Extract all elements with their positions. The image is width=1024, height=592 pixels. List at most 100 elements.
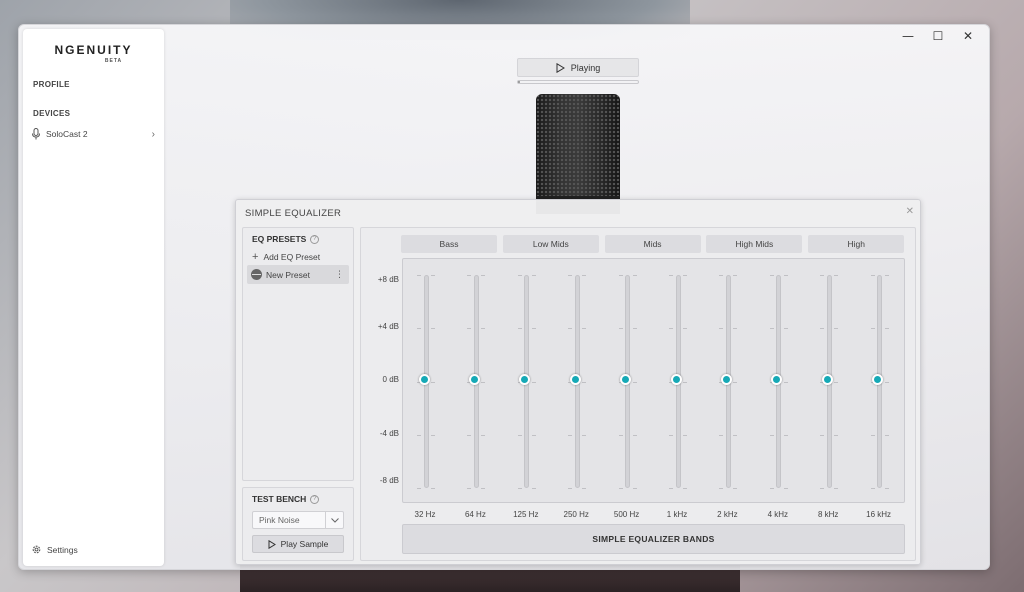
slider-tick	[481, 381, 486, 383]
eq-slider-thumb[interactable]	[569, 374, 581, 385]
playback-progress[interactable]	[517, 80, 639, 84]
db-scale-label: -4 dB	[379, 429, 399, 438]
slider-tick	[531, 275, 536, 276]
slider-tick	[517, 488, 522, 489]
settings-button[interactable]: Settings	[31, 544, 78, 555]
app-window: — ☐ ✕ NGENUITY BETA PROFILE DEVICES Solo…	[18, 24, 990, 570]
db-scale-label: +8 dB	[377, 275, 399, 284]
maximize-button[interactable]: ☐	[923, 27, 953, 45]
profile-section[interactable]: PROFILE	[33, 80, 70, 89]
preset-name: New Preset	[266, 269, 310, 280]
slider-tick	[618, 328, 623, 330]
slider-tick	[884, 381, 889, 383]
frequency-label: 1 kHz	[666, 510, 688, 519]
slider-tick	[467, 434, 472, 436]
db-scale-label: -8 dB	[379, 476, 399, 485]
slider-tick	[632, 381, 637, 383]
brand-sub: BETA	[104, 58, 123, 64]
slider-tick	[683, 275, 687, 276]
slider-tick	[632, 328, 637, 330]
eq-slider-thumb[interactable]	[670, 374, 682, 385]
slider-tick	[582, 434, 587, 436]
band-group-tab[interactable]: Bass	[401, 235, 497, 253]
db-scale-label: 0 dB	[382, 375, 399, 384]
gear-icon	[32, 545, 41, 554]
frequency-label: 2 kHz	[717, 510, 738, 519]
slider-tick	[669, 275, 673, 276]
devices-section: DEVICES	[33, 109, 71, 118]
slider-tick	[417, 328, 421, 330]
slider-tick	[417, 275, 421, 276]
eq-slider-thumb[interactable]	[720, 374, 732, 385]
slider-tick	[733, 434, 738, 436]
play-icon	[268, 539, 276, 549]
chevron-down-icon	[325, 512, 343, 528]
slider-tick	[719, 275, 724, 276]
slider-tick	[632, 488, 637, 489]
help-icon[interactable]: ?	[310, 494, 320, 504]
slider-tick	[769, 275, 774, 276]
slider-tick	[632, 275, 637, 276]
slider-tick	[417, 488, 421, 489]
slider-tick	[669, 328, 673, 330]
slider-tick	[582, 328, 587, 330]
band-group-tab[interactable]: High	[808, 235, 905, 253]
eq-slider-thumb[interactable]	[418, 374, 430, 385]
simple-equalizer-bands-button[interactable]: SIMPLE EQUALIZER BANDS	[402, 524, 905, 554]
slider-tick	[820, 328, 825, 330]
db-scale-label: +4 dB	[377, 322, 399, 331]
add-preset-label: Add EQ Preset	[263, 252, 321, 262]
slider-tick	[683, 488, 687, 489]
test-bench-heading: TEST BENCH ?	[252, 494, 320, 504]
slider-tick	[618, 275, 623, 276]
slider-tick	[481, 488, 486, 489]
microphone-icon	[32, 128, 40, 140]
test-sound-value: Pink Noise	[259, 515, 300, 525]
test-sound-select[interactable]: Pink Noise	[252, 511, 344, 529]
dialog-title: SIMPLE EQUALIZER	[245, 208, 342, 219]
equalizer-graph	[402, 258, 905, 503]
slider-tick	[884, 434, 889, 436]
slider-tick	[568, 434, 573, 436]
slider-tick	[769, 488, 774, 489]
slider-tick	[431, 275, 435, 276]
more-options-icon[interactable]: ⋮	[335, 270, 344, 280]
slider-tick	[783, 381, 788, 383]
playback-button[interactable]: Playing	[517, 58, 639, 77]
dialog-close-icon[interactable]: ✕	[906, 206, 914, 217]
preset-item[interactable]: New Preset ⋮	[247, 265, 349, 284]
band-group-tab[interactable]: Mids	[604, 235, 701, 253]
slider-tick	[719, 488, 724, 489]
brand-name: NGENUITY	[54, 43, 133, 57]
eq-presets-panel: EQ PRESETS ? + Add EQ Preset New Preset …	[242, 227, 354, 481]
slider-tick	[719, 328, 724, 330]
frequency-label: 64 Hz	[464, 510, 486, 519]
slider-tick	[820, 434, 825, 436]
slider-tick	[733, 328, 738, 330]
brand-logo: NGENUITY BETA	[23, 43, 164, 64]
slider-tick	[531, 381, 536, 383]
slider-tick	[783, 275, 788, 276]
add-eq-preset-button[interactable]: + Add EQ Preset	[252, 251, 320, 263]
help-icon[interactable]: ?	[310, 234, 320, 244]
slider-tick	[481, 328, 486, 330]
slider-tick	[467, 328, 472, 330]
slider-tick	[820, 275, 825, 276]
eq-presets-title: EQ PRESETS	[252, 234, 307, 244]
slider-tick	[467, 275, 472, 276]
play-sample-button[interactable]: Play Sample	[252, 535, 344, 553]
close-button[interactable]: ✕	[953, 27, 983, 45]
band-group-tab[interactable]: High Mids	[706, 235, 803, 253]
slider-tick	[834, 328, 839, 330]
minimize-button[interactable]: —	[893, 27, 923, 45]
band-group-tab[interactable]: Low Mids	[502, 235, 599, 253]
slider-tick	[870, 275, 875, 276]
slider-tick	[632, 434, 637, 436]
slider-tick	[733, 275, 738, 276]
sidebar-item-solocast[interactable]: SoloCast 2 ›	[31, 127, 155, 141]
slider-tick	[531, 488, 536, 489]
slider-tick	[820, 488, 825, 489]
slider-tick	[870, 328, 875, 330]
eq-slider-thumb[interactable]	[821, 374, 833, 385]
eq-slider-thumb[interactable]	[468, 374, 480, 385]
